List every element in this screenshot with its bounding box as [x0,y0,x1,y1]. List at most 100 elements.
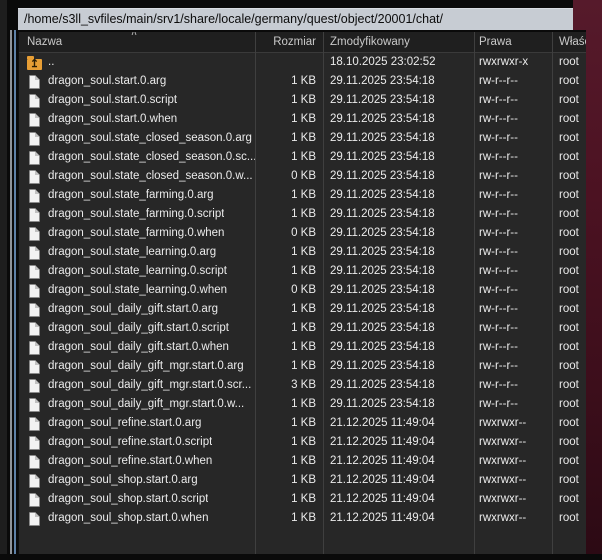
file-icon [27,262,42,281]
file-row[interactable]: dragon_soul.state_learning.0.script 1 KB… [19,262,586,281]
file-permissions: rw-r--r-- [474,338,552,357]
file-permissions: rw-r--r-- [474,148,552,167]
file-owner: root [552,72,586,91]
file-permissions: rw-r--r-- [474,357,552,376]
file-list: .. 18.10.2025 23:02:52 rwxrwxr-x root dr… [19,53,586,528]
file-name-cell: dragon_soul_shop.start.0.when [19,509,255,528]
file-name-cell: dragon_soul.state_closed_season.0.arg [19,129,255,148]
file-icon [27,319,42,338]
file-row[interactable]: dragon_soul.state_learning.0.when 0 KB 2… [19,281,586,300]
file-icon [27,281,42,300]
file-name-cell: dragon_soul.state_farming.0.script [19,205,255,224]
file-owner: root [552,243,586,262]
file-row[interactable]: dragon_soul_shop.start.0.arg 1 KB 21.12.… [19,471,586,490]
file-owner: root [552,509,586,528]
file-permissions: rw-r--r-- [474,262,552,281]
file-name-cell: dragon_soul_daily_gift_mgr.start.0.arg [19,357,255,376]
file-name: dragon_soul_shop.start.0.script [42,490,208,509]
file-size: 1 KB [255,205,323,224]
current-path: /home/s3ll_svfiles/main/srv1/share/local… [24,12,443,26]
column-header-permissions[interactable]: Prawa [474,32,552,52]
file-row[interactable]: dragon_soul_refine.start.0.script 1 KB 2… [19,433,586,452]
file-owner: root [552,300,586,319]
file-size: 1 KB [255,186,323,205]
file-size: 1 KB [255,452,323,471]
file-name: dragon_soul.start.0.script [42,91,177,110]
file-icon [27,376,42,395]
file-row[interactable]: dragon_soul.state_learning.0.arg 1 KB 29… [19,243,586,262]
file-row[interactable]: dragon_soul.state_closed_season.0.w... 0… [19,167,586,186]
file-owner: root [552,205,586,224]
file-permissions: rwxrwxr-x [474,53,552,72]
file-row[interactable]: dragon_soul.start.0.when 1 KB 29.11.2025… [19,110,586,129]
file-row[interactable]: dragon_soul_daily_gift.start.0.arg 1 KB … [19,300,586,319]
file-row[interactable]: dragon_soul.state_closed_season.0.sc... … [19,148,586,167]
file-row[interactable]: dragon_soul.state_farming.0.when 0 KB 29… [19,224,586,243]
file-permissions: rw-r--r-- [474,167,552,186]
file-name: dragon_soul_shop.start.0.arg [42,471,198,490]
file-row[interactable]: dragon_soul.start.0.script 1 KB 29.11.20… [19,91,586,110]
file-row[interactable]: dragon_soul_refine.start.0.when 1 KB 21.… [19,452,586,471]
file-icon [27,300,42,319]
file-owner: root [552,395,586,414]
column-header-owner[interactable]: Właści [552,32,586,52]
panel-splitter[interactable] [10,30,12,554]
file-row[interactable]: dragon_soul.state_farming.0.script 1 KB … [19,205,586,224]
file-row[interactable]: dragon_soul_daily_gift.start.0.script 1 … [19,319,586,338]
file-name: .. [42,53,54,72]
file-name: dragon_soul.state_farming.0.when [42,224,224,243]
file-name: dragon_soul.state_learning.0.when [42,281,227,300]
path-bar[interactable]: /home/s3ll_svfiles/main/srv1/share/local… [18,8,573,30]
file-modified: 29.11.2025 23:54:18 [323,186,474,205]
file-modified: 29.11.2025 23:54:18 [323,110,474,129]
file-owner: root [552,148,586,167]
file-modified: 29.11.2025 23:54:18 [323,167,474,186]
file-permissions: rw-r--r-- [474,110,552,129]
file-size: 1 KB [255,395,323,414]
file-row[interactable]: dragon_soul_daily_gift.start.0.when 1 KB… [19,338,586,357]
file-name: dragon_soul.state_closed_season.0.w... [42,167,253,186]
file-name: dragon_soul_daily_gift_mgr.start.0.arg [42,357,244,376]
file-size: 3 KB [255,376,323,395]
file-row[interactable]: .. 18.10.2025 23:02:52 rwxrwxr-x root [19,53,586,72]
file-row[interactable]: dragon_soul_daily_gift_mgr.start.0.scr..… [19,376,586,395]
file-name: dragon_soul_refine.start.0.arg [42,414,201,433]
file-name-cell: .. [19,53,255,72]
file-manager-window: /home/s3ll_svfiles/main/srv1/share/local… [0,0,602,560]
file-permissions: rwxrwxr-- [474,471,552,490]
file-row[interactable]: dragon_soul_daily_gift_mgr.start.0.w... … [19,395,586,414]
file-modified: 29.11.2025 23:54:18 [323,129,474,148]
file-name-cell: dragon_soul.state_farming.0.arg [19,186,255,205]
file-owner: root [552,357,586,376]
file-name: dragon_soul_daily_gift.start.0.script [42,319,229,338]
file-modified: 29.11.2025 23:54:18 [323,148,474,167]
file-size: 1 KB [255,490,323,509]
file-permissions: rwxrwxr-- [474,452,552,471]
file-name-cell: dragon_soul_daily_gift_mgr.start.0.w... [19,395,255,414]
file-name: dragon_soul.state_learning.0.script [42,262,227,281]
file-modified: 18.10.2025 23:02:52 [323,53,474,72]
file-modified: 21.12.2025 11:49:04 [323,414,474,433]
file-icon [27,91,42,110]
file-modified: 29.11.2025 23:54:18 [323,224,474,243]
file-row[interactable]: dragon_soul_daily_gift_mgr.start.0.arg 1… [19,357,586,376]
file-icon [27,72,42,91]
column-header-modified[interactable]: Zmodyfikowany [323,32,474,52]
file-row[interactable]: dragon_soul.state_closed_season.0.arg 1 … [19,129,586,148]
file-row[interactable]: dragon_soul.start.0.arg 1 KB 29.11.2025 … [19,72,586,91]
file-icon [27,148,42,167]
file-name-cell: dragon_soul_daily_gift.start.0.script [19,319,255,338]
file-icon [27,224,42,243]
file-row[interactable]: dragon_soul_shop.start.0.when 1 KB 21.12… [19,509,586,528]
file-row[interactable]: dragon_soul_shop.start.0.script 1 KB 21.… [19,490,586,509]
file-row[interactable]: dragon_soul_refine.start.0.arg 1 KB 21.1… [19,414,586,433]
file-name-cell: dragon_soul_refine.start.0.when [19,452,255,471]
sort-ascending-icon: ∧ [127,30,141,38]
column-header-size[interactable]: Rozmiar [255,32,323,52]
file-row[interactable]: dragon_soul.state_farming.0.arg 1 KB 29.… [19,186,586,205]
file-permissions: rw-r--r-- [474,91,552,110]
window-left-chrome [0,0,7,554]
file-permissions: rw-r--r-- [474,205,552,224]
file-name-cell: dragon_soul.state_farming.0.when [19,224,255,243]
file-owner: root [552,376,586,395]
